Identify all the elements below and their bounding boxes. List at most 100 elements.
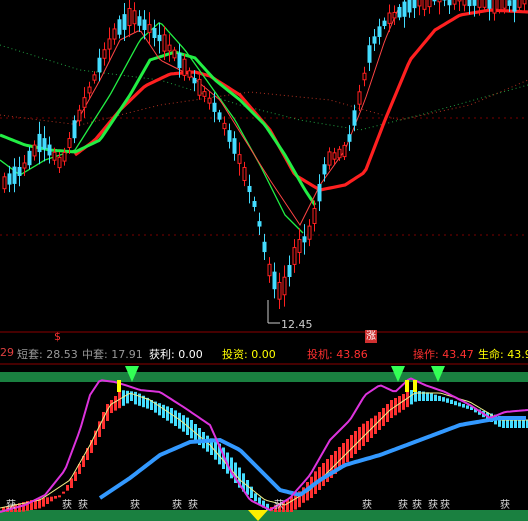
candle-body xyxy=(272,271,277,290)
buy-marker: 获 xyxy=(78,499,88,511)
candle-body xyxy=(317,183,322,202)
signal-yellow-bar xyxy=(117,380,121,392)
stock-chart-window: 获获获获获获获获获获获获获 12.45 29 短套: 28.53 中套: 17.… xyxy=(0,0,528,521)
candle-body xyxy=(372,36,377,44)
oscillator-bar xyxy=(522,419,525,428)
candle-body xyxy=(422,0,427,10)
candle-body xyxy=(222,122,227,130)
candle-body xyxy=(187,70,192,78)
oscillator-bar xyxy=(114,396,117,411)
candle-body xyxy=(342,144,347,158)
mid-cost-value: 中套: 17.91 xyxy=(82,348,143,361)
candle-body xyxy=(182,58,187,76)
oscillator-bar xyxy=(162,404,165,418)
oscillator-bar xyxy=(166,406,169,421)
candle-body xyxy=(2,176,7,190)
indicator-header: 29 短套: 28.53 中套: 17.91 获利: 0.00 投资: 0.00… xyxy=(0,346,528,362)
candle-body xyxy=(27,150,32,166)
buy-marker: 获 xyxy=(274,499,284,511)
buy-marker: 获 xyxy=(130,499,140,511)
candle-body xyxy=(147,24,152,33)
ma-green-thin xyxy=(0,22,304,234)
buy-marker: 获 xyxy=(412,499,422,511)
candle-body xyxy=(402,1,407,17)
candle-body xyxy=(47,144,52,156)
candle-body xyxy=(107,38,112,50)
candle-body xyxy=(297,239,302,253)
candle-body xyxy=(467,0,472,7)
candle-body xyxy=(52,151,57,161)
candle-body xyxy=(62,151,67,162)
candle-body xyxy=(417,0,422,7)
candle-body xyxy=(242,167,247,181)
candle-body xyxy=(172,49,177,59)
oscillator-bar xyxy=(354,431,357,454)
candle-body xyxy=(307,225,312,240)
oscillator-bar xyxy=(294,494,297,510)
candle-body xyxy=(262,241,267,253)
oscillator-bar xyxy=(446,398,449,403)
oscillator-bar xyxy=(346,439,349,462)
oscillator-bar xyxy=(414,390,417,402)
candle-body xyxy=(367,45,372,63)
candle-body xyxy=(347,134,352,142)
candle-body xyxy=(177,53,182,69)
candle-body xyxy=(312,208,317,224)
candle-body xyxy=(157,34,162,42)
candle-body xyxy=(22,162,27,169)
candle-body xyxy=(32,144,37,157)
oscillator-bar xyxy=(170,408,173,424)
candle-body xyxy=(67,138,72,148)
signal-yellow-bar xyxy=(413,380,417,392)
buy-marker: 获 xyxy=(428,499,438,511)
candle-body xyxy=(217,112,222,120)
oscillator-bar xyxy=(62,491,65,494)
candle-body xyxy=(332,152,337,160)
oscillator-bar xyxy=(126,390,129,404)
candle-body xyxy=(497,0,502,11)
candle-body xyxy=(127,8,132,26)
buy-marker: 获 xyxy=(398,499,408,511)
candle-body xyxy=(357,91,362,105)
buy-marker: 获 xyxy=(62,499,72,511)
candle-body xyxy=(462,0,467,6)
candle-body xyxy=(282,276,287,296)
candle-body xyxy=(117,19,122,35)
candle-body xyxy=(247,185,252,193)
candle-body xyxy=(517,0,522,8)
candle-body xyxy=(167,44,172,52)
candle-body xyxy=(432,0,437,2)
candle-body xyxy=(17,167,22,176)
candle-body xyxy=(232,138,237,154)
candle-body xyxy=(122,14,127,30)
oscillator-bar xyxy=(138,393,141,406)
candle-body xyxy=(457,0,462,2)
oscillator-bar xyxy=(438,395,441,401)
candle-body xyxy=(287,265,292,277)
oscillator-bar xyxy=(426,392,429,401)
candle-body xyxy=(77,109,82,122)
up-marker: 涨 xyxy=(365,330,377,343)
candle-body xyxy=(207,97,212,104)
oscillator-bar xyxy=(110,400,113,413)
indicator-blue-line xyxy=(98,416,526,500)
candle-body xyxy=(437,0,442,3)
candle-body xyxy=(82,97,87,108)
buy-marker: 获 xyxy=(362,499,372,511)
indicator-yellow-line xyxy=(0,392,528,509)
oscillator-bar xyxy=(350,435,353,458)
candle-body xyxy=(387,12,392,24)
candle-body xyxy=(252,201,257,207)
candle-body xyxy=(447,0,452,6)
candle-body xyxy=(397,6,402,18)
oscillator-bar xyxy=(46,497,49,504)
buy-marker: 获 xyxy=(440,499,450,511)
candle-body xyxy=(407,0,412,13)
oscillator-bar xyxy=(442,397,445,402)
oscillator-bar xyxy=(458,402,461,407)
candle-body xyxy=(202,91,207,97)
candle-body xyxy=(302,236,307,243)
oscillator-bar xyxy=(58,495,61,498)
candle-body xyxy=(292,247,297,265)
candle-body xyxy=(412,0,417,9)
